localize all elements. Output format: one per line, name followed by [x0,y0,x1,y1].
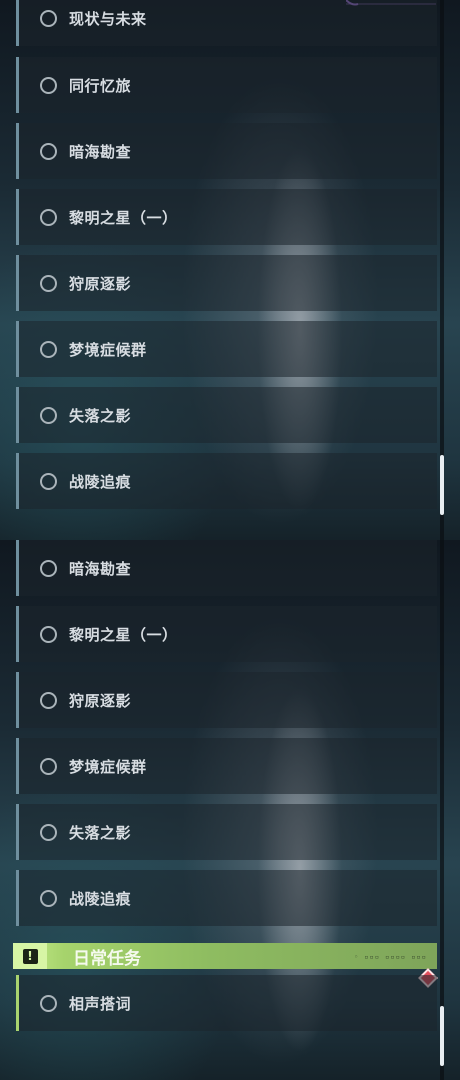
quest-item-label: 黎明之星（一） [69,625,178,644]
quest-item-label: 狩原逐影 [69,691,132,710]
quest-list: 暗海勘查 黎明之星（一） 狩原逐影 梦境症候群 失落之影 战陵追痕 ! 日常任务 [0,540,460,1080]
quest-item-label: 狩原逐影 [69,274,132,293]
daily-tasks-section-header[interactable]: ! 日常任务 ◦ ▫▫▫ ▫▫▫▫ ▫▫▫ [13,943,437,969]
quest-item-label: 梦境症候群 [69,340,147,359]
circle-outline-icon [40,691,57,709]
section-badge: ! [13,943,47,969]
quest-item[interactable]: 梦境症候群 [16,738,437,794]
quest-item-label: 暗海勘查 [69,559,132,578]
quest-item-label: 黎明之星（一） [69,208,178,227]
quest-item[interactable]: 失落之影 [16,387,437,443]
section-title: 日常任务 [73,948,141,969]
quest-list-panel-top: 现状与未来 同行忆旅 暗海勘查 黎明之星（一） 狩原逐影 梦境症候群 失落之影 [0,0,460,540]
quest-item[interactable]: 同行忆旅 [16,57,437,113]
circle-outline-icon [40,274,57,292]
quest-item-label: 失落之影 [69,823,132,842]
scrollbar-track[interactable] [440,540,444,1080]
circle-outline-icon [40,76,57,94]
decorative-stripes: ◦ ▫▫▫ ▫▫▫▫ ▫▫▫ [353,953,427,961]
circle-outline-icon [40,340,57,358]
quest-item-label: 战陵追痕 [69,889,132,908]
circle-outline-icon [40,9,57,27]
quest-item[interactable]: 梦境症候群 [16,321,437,377]
circle-outline-icon [40,823,57,841]
quest-item-label: 梦境症候群 [69,757,147,776]
circle-outline-icon [40,559,57,577]
quest-item[interactable]: 暗海勘查 [16,540,437,596]
exclamation-icon: ! [22,948,38,964]
quest-item[interactable]: 黎明之星（一） [16,189,437,245]
quest-item[interactable]: 暗海勘查 [16,123,437,179]
quest-item[interactable]: 黎明之星（一） [16,606,437,662]
quest-item-label: 同行忆旅 [69,76,132,95]
quest-list-panel-bottom: 暗海勘查 黎明之星（一） 狩原逐影 梦境症候群 失落之影 战陵追痕 ! 日常任务 [0,540,460,1080]
quest-item-label: 相声搭词 [69,994,132,1013]
quest-item[interactable]: 狩原逐影 [16,672,437,728]
quest-item[interactable]: 狩原逐影 [16,255,437,311]
quest-item-label: 现状与未来 [69,9,147,28]
scrollbar-thumb[interactable] [440,1006,444,1066]
circle-outline-icon [40,625,57,643]
quest-item[interactable]: 失落之影 [16,804,437,860]
quest-item-label: 暗海勘查 [69,142,132,161]
circle-outline-icon [40,208,57,226]
circle-outline-icon [40,994,57,1012]
daily-task-item[interactable]: 相声搭词 [16,975,437,1031]
quest-item-label: 战陵追痕 [69,472,132,491]
circle-outline-icon [40,406,57,424]
circle-outline-icon [40,142,57,160]
circle-outline-icon [40,757,57,775]
scrollbar-thumb[interactable] [440,455,444,515]
quest-item[interactable]: 战陵追痕 [16,870,437,926]
quest-list: 现状与未来 同行忆旅 暗海勘查 黎明之星（一） 狩原逐影 梦境症候群 失落之影 [0,0,460,540]
circle-outline-icon [40,889,57,907]
quest-item[interactable]: 现状与未来 [16,0,437,46]
circle-outline-icon [40,472,57,490]
quest-item[interactable]: 战陵追痕 [16,453,437,509]
quest-item-label: 失落之影 [69,406,132,425]
